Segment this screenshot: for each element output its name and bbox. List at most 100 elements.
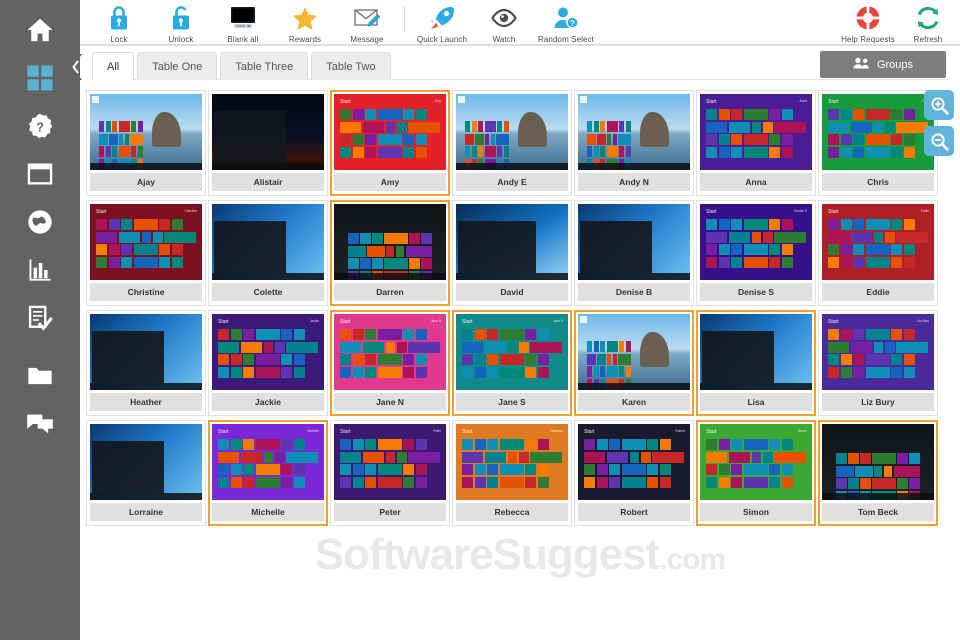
station-card[interactable]: Ajay bbox=[86, 90, 206, 196]
station-card[interactable]: Start Peter Peter bbox=[330, 420, 450, 526]
tab-all[interactable]: All bbox=[92, 52, 135, 80]
zoom-out-button[interactable] bbox=[924, 126, 954, 156]
station-card[interactable]: Denise B bbox=[574, 200, 694, 306]
station-thumbnail[interactable]: Start Jane S bbox=[456, 314, 568, 390]
station-thumbnail[interactable]: Start Peter bbox=[334, 424, 446, 500]
station-card[interactable]: Alistair bbox=[208, 90, 328, 196]
station-card[interactable]: StartChris Chris bbox=[818, 90, 938, 196]
station-thumbnail[interactable] bbox=[90, 314, 202, 390]
sidebar-item-windows[interactable] bbox=[0, 150, 80, 198]
station-card[interactable]: Start Denise S Denise S bbox=[696, 200, 816, 306]
station-card[interactable]: David bbox=[452, 200, 572, 306]
station-card[interactable]: Lisa bbox=[696, 310, 816, 416]
station-card[interactable]: Start Liz Bury Liz Bury bbox=[818, 310, 938, 416]
refresh-button[interactable]: Refresh bbox=[904, 2, 952, 44]
station-card[interactable]: Start Anna Anna bbox=[696, 90, 816, 196]
station-thumbnail[interactable]: Start Eddie bbox=[822, 204, 934, 280]
station-card[interactable]: Start Rebecca Rebecca bbox=[452, 420, 572, 526]
station-card[interactable]: Start Amy Amy bbox=[330, 90, 450, 196]
envelope-pencil-icon bbox=[354, 4, 380, 32]
tab-table-two[interactable]: Table Two bbox=[311, 52, 391, 80]
station-thumbnail[interactable] bbox=[456, 204, 568, 280]
station-thumbnail[interactable] bbox=[822, 424, 934, 500]
zoom-in-button[interactable] bbox=[924, 90, 954, 120]
station-thumbnail[interactable] bbox=[456, 94, 568, 170]
station-thumbnail[interactable] bbox=[212, 94, 324, 170]
station-thumbnail[interactable]: Start Denise S bbox=[700, 204, 812, 280]
station-card[interactable]: Tom Beck bbox=[818, 420, 938, 526]
station-card[interactable]: Heather bbox=[86, 310, 206, 416]
station-thumbnail[interactable] bbox=[334, 204, 446, 280]
station-thumbnail[interactable] bbox=[578, 204, 690, 280]
lock-button[interactable]: Lock bbox=[88, 2, 150, 44]
quick-launch-button[interactable]: Quick Launch bbox=[411, 2, 473, 44]
sidebar-item-home[interactable] bbox=[0, 6, 80, 54]
station-card[interactable]: Start Jane S Jane S bbox=[452, 310, 572, 416]
station-card[interactable]: Karen bbox=[574, 310, 694, 416]
sidebar-item-internet[interactable] bbox=[0, 198, 80, 246]
station-name-label: Anna bbox=[700, 173, 812, 191]
sidebar-item-files[interactable] bbox=[0, 352, 80, 400]
station-thumbnail[interactable] bbox=[700, 314, 812, 390]
station-thumbnail[interactable] bbox=[578, 314, 690, 390]
station-card[interactable]: Colette bbox=[208, 200, 328, 306]
station-thumbnail[interactable] bbox=[90, 424, 202, 500]
blank-all-button[interactable]: Blank all bbox=[212, 2, 274, 44]
station-card[interactable]: Andy N bbox=[574, 90, 694, 196]
station-thumbnail[interactable]: Start Liz Bury bbox=[822, 314, 934, 390]
station-thumbnail[interactable]: Start Rebecca bbox=[456, 424, 568, 500]
sidebar-item-help[interactable]: ? bbox=[0, 102, 80, 150]
lock-open-icon bbox=[171, 4, 191, 32]
tab-table-three[interactable]: Table Three bbox=[220, 52, 309, 80]
station-thumbnail[interactable]: Start Jane N bbox=[334, 314, 446, 390]
station-card[interactable]: Andy E bbox=[452, 90, 572, 196]
eye-icon bbox=[490, 4, 518, 32]
station-thumbnail[interactable]: Start Michelle bbox=[212, 424, 324, 500]
station-name-label: Eddie bbox=[822, 283, 934, 301]
station-card[interactable]: Start Simon Simon bbox=[696, 420, 816, 526]
station-thumbnail[interactable]: Start Simon bbox=[700, 424, 812, 500]
station-thumbnail[interactable]: Start Jackie bbox=[212, 314, 324, 390]
sidebar-item-chat[interactable] bbox=[0, 400, 80, 448]
help-requests-button[interactable]: Help Requests bbox=[832, 2, 904, 44]
monitor-icon bbox=[230, 4, 256, 32]
unlock-button[interactable]: Unlock bbox=[150, 2, 212, 44]
tab-bar: All Table One Table Three Table Two Grou… bbox=[80, 48, 960, 82]
magnifier-minus-icon bbox=[930, 132, 949, 151]
station-thumbnail[interactable]: Start Christine bbox=[90, 204, 202, 280]
station-thumbnail[interactable]: Start Anna bbox=[700, 94, 812, 170]
station-card[interactable]: Start Jane N Jane N bbox=[330, 310, 450, 416]
station-card[interactable]: Lorraine bbox=[86, 420, 206, 526]
station-card[interactable]: Start Michelle Michelle bbox=[208, 420, 328, 526]
toolbar-left-group: Lock Unlock Blank all Rewards Message Qu… bbox=[88, 2, 597, 44]
station-card[interactable]: Start Christine Christine bbox=[86, 200, 206, 306]
tab-table-one[interactable]: Table One bbox=[137, 52, 218, 80]
station-thumbnail[interactable]: Start Robert bbox=[578, 424, 690, 500]
station-name-label: Lorraine bbox=[90, 503, 202, 521]
station-thumbnail[interactable]: StartChris bbox=[822, 94, 934, 170]
quick-launch-button-label: Quick Launch bbox=[416, 35, 468, 44]
help-requests-button-label: Help Requests bbox=[841, 35, 895, 44]
station-card[interactable]: Start Robert Robert bbox=[574, 420, 694, 526]
station-thumbnail[interactable] bbox=[578, 94, 690, 170]
station-name-label: Heather bbox=[90, 393, 202, 411]
station-thumbnail[interactable] bbox=[212, 204, 324, 280]
station-thumbnail[interactable] bbox=[90, 94, 202, 170]
groups-button[interactable]: Groups bbox=[820, 51, 946, 78]
sidebar-collapse-handle[interactable] bbox=[68, 54, 82, 80]
sidebar-item-tests[interactable] bbox=[0, 294, 80, 342]
sidebar-item-reports[interactable] bbox=[0, 246, 80, 294]
station-name-label: Simon bbox=[700, 503, 812, 521]
station-card[interactable]: Start Jackie Jackie bbox=[208, 310, 328, 416]
station-name-label: Colette bbox=[212, 283, 324, 301]
app-root: ? Lock Unlock Blank all Rewards Message … bbox=[0, 0, 960, 640]
tab-list: All Table One Table Three Table Two bbox=[92, 52, 394, 80]
station-card[interactable]: Start Eddie Eddie bbox=[818, 200, 938, 306]
station-thumbnail[interactable]: Start Amy bbox=[334, 94, 446, 170]
message-button[interactable]: Message bbox=[336, 2, 398, 44]
watch-button[interactable]: Watch bbox=[473, 2, 535, 44]
random-select-button[interactable]: ? Random Select bbox=[535, 2, 597, 44]
watch-button-label: Watch bbox=[492, 35, 516, 44]
rewards-button[interactable]: Rewards bbox=[274, 2, 336, 44]
station-card[interactable]: Darren bbox=[330, 200, 450, 306]
